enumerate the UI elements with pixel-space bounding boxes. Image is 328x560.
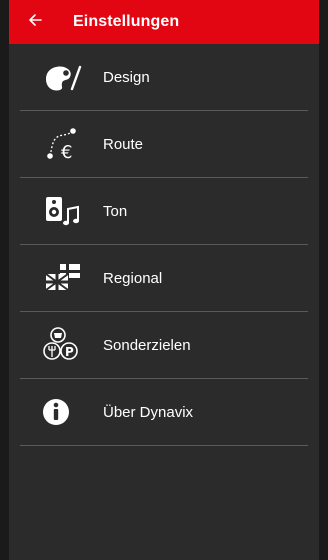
menu-item-label: Sonderzielen: [103, 336, 191, 354]
menu-item-ton[interactable]: Ton: [20, 178, 308, 245]
menu-item-label: Ton: [103, 202, 128, 220]
svg-text:P: P: [65, 345, 74, 359]
menu-item-regional[interactable]: Regional: [20, 245, 308, 312]
menu-item-sonderzielen[interactable]: P Sonderzielen: [20, 312, 308, 379]
svg-text:€: €: [61, 142, 72, 163]
palette-icon: [42, 57, 92, 97]
arrow-left-icon: [27, 12, 43, 33]
menu-item-design[interactable]: Design: [20, 44, 308, 111]
menu-item-label: Route: [103, 135, 144, 153]
app-bar: Einstellungen: [9, 0, 319, 44]
poi-icon: P: [42, 325, 92, 365]
menu-item-label: Design: [103, 68, 150, 86]
back-button[interactable]: [9, 0, 61, 44]
settings-screen: Einstellungen Design € Route Ton Regiona…: [9, 0, 319, 560]
speaker-icon: [42, 191, 92, 231]
menu-item-route[interactable]: € Route: [20, 111, 308, 178]
settings-menu: Design € Route Ton Regional P Sonderziel…: [9, 44, 319, 446]
info-icon: [42, 392, 92, 432]
route-icon: €: [42, 124, 92, 164]
page-title: Einstellungen: [73, 13, 180, 30]
menu-item-ueber-dynavix[interactable]: Über Dynavix: [20, 379, 308, 446]
menu-item-label: Über Dynavix: [103, 403, 194, 421]
menu-item-label: Regional: [103, 269, 163, 287]
flags-icon: [42, 258, 92, 298]
